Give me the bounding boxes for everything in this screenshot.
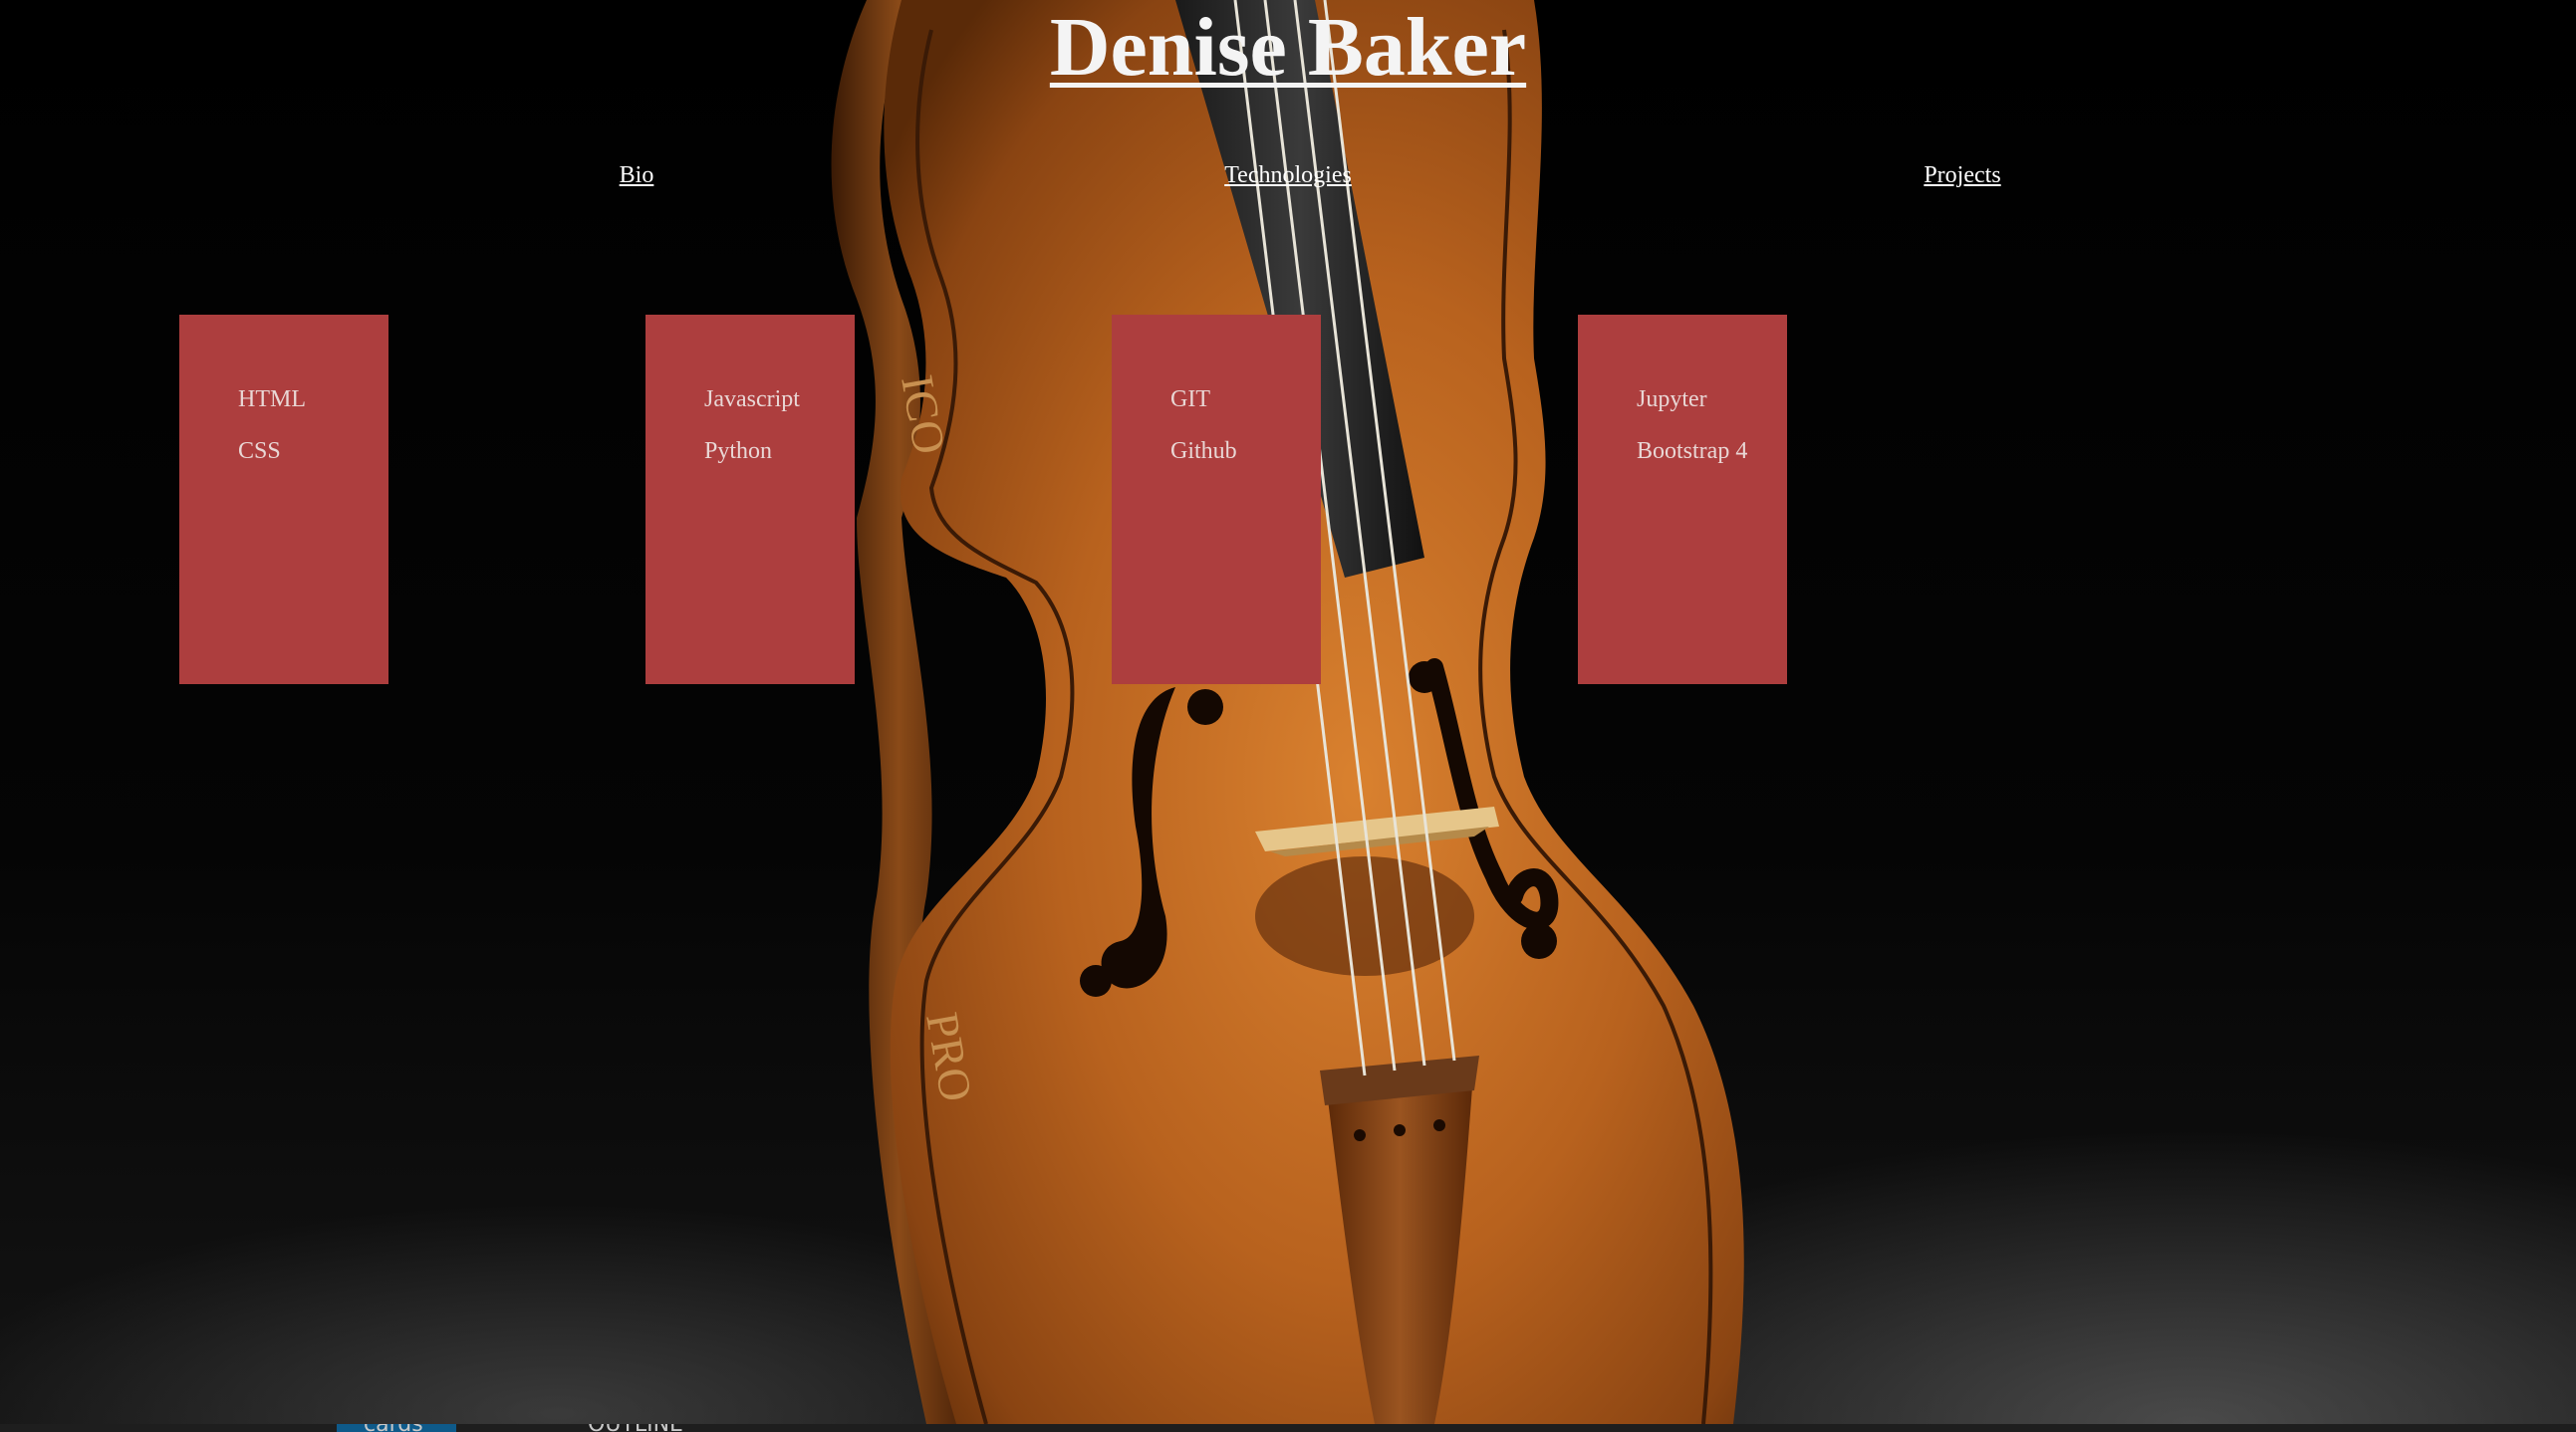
tech-card-2: Javascript Python bbox=[645, 315, 855, 684]
main-nav: Bio Technologies Projects bbox=[0, 159, 2576, 199]
tech-item-html: HTML bbox=[238, 386, 306, 412]
tech-item-git: GIT bbox=[1170, 386, 1210, 412]
tech-item-javascript: Javascript bbox=[704, 386, 800, 412]
page: ICO PRO Denise Baker Bio Technologies Pr… bbox=[0, 0, 2576, 1424]
tech-item-bootstrap: Bootstrap 4 bbox=[1637, 438, 1748, 464]
page-title: Denise Baker bbox=[0, 0, 2576, 96]
nav-link-projects[interactable]: Projects bbox=[1924, 159, 2000, 191]
nav-link-bio[interactable]: Bio bbox=[620, 159, 654, 191]
editor-tab-cards[interactable]: cards bbox=[364, 1424, 423, 1432]
tech-card-4: Jupyter Bootstrap 4 bbox=[1578, 315, 1787, 684]
tech-card-3: GIT Github bbox=[1112, 315, 1321, 684]
tech-item-github: Github bbox=[1170, 438, 1237, 464]
page-title-link[interactable]: Denise Baker bbox=[1050, 1, 1526, 94]
nav-link-technologies[interactable]: Technologies bbox=[1224, 159, 1352, 191]
outline-panel-label[interactable]: OUTLINE bbox=[588, 1424, 683, 1432]
tech-item-css: CSS bbox=[238, 438, 281, 464]
tech-card-1: HTML CSS bbox=[179, 315, 388, 684]
editor-bottom-bar: cards OUTLINE bbox=[0, 1424, 2576, 1432]
tech-item-python: Python bbox=[704, 438, 773, 464]
violin-background-image: ICO PRO bbox=[831, 0, 1744, 1424]
tech-item-jupyter: Jupyter bbox=[1637, 386, 1707, 412]
